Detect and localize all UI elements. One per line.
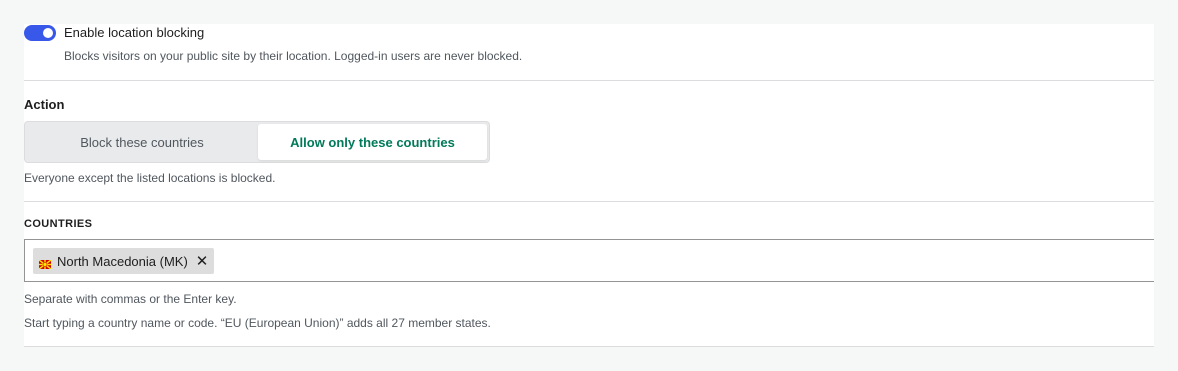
north-macedonia-flag-icon — [38, 257, 52, 270]
action-label: Action — [24, 97, 65, 112]
countries-label: COUNTRIES — [24, 218, 93, 230]
location-blocking-panel: Enable location blocking Blocks visitors… — [24, 24, 1154, 347]
divider — [24, 201, 1154, 202]
allow-only-these-countries-option[interactable]: Allow only these countries — [258, 124, 487, 160]
divider — [24, 346, 1154, 347]
location-blocking-toggle-row: Enable location blocking — [24, 24, 204, 42]
location-blocking-toggle[interactable] — [24, 25, 56, 41]
countries-token-field[interactable]: North Macedonia (MK) ✕ — [24, 239, 1154, 282]
block-these-countries-option[interactable]: Block these countries — [27, 124, 257, 160]
country-token: North Macedonia (MK) ✕ — [33, 248, 215, 274]
action-segmented-control: Block these countries Allow only these c… — [24, 121, 490, 163]
action-help: Everyone except the listed locations is … — [24, 171, 276, 185]
location-blocking-toggle-label[interactable]: Enable location blocking — [64, 24, 204, 42]
toggle-knob — [43, 28, 53, 38]
remove-token-icon[interactable]: ✕ — [196, 254, 209, 269]
countries-separator-help: Separate with commas or the Enter key. — [24, 292, 237, 306]
location-blocking-help: Blocks visitors on your public site by t… — [64, 49, 523, 63]
countries-typing-help: Start typing a country name or code. “EU… — [24, 316, 491, 330]
divider — [24, 80, 1154, 81]
country-token-label: North Macedonia (MK) — [57, 253, 188, 269]
